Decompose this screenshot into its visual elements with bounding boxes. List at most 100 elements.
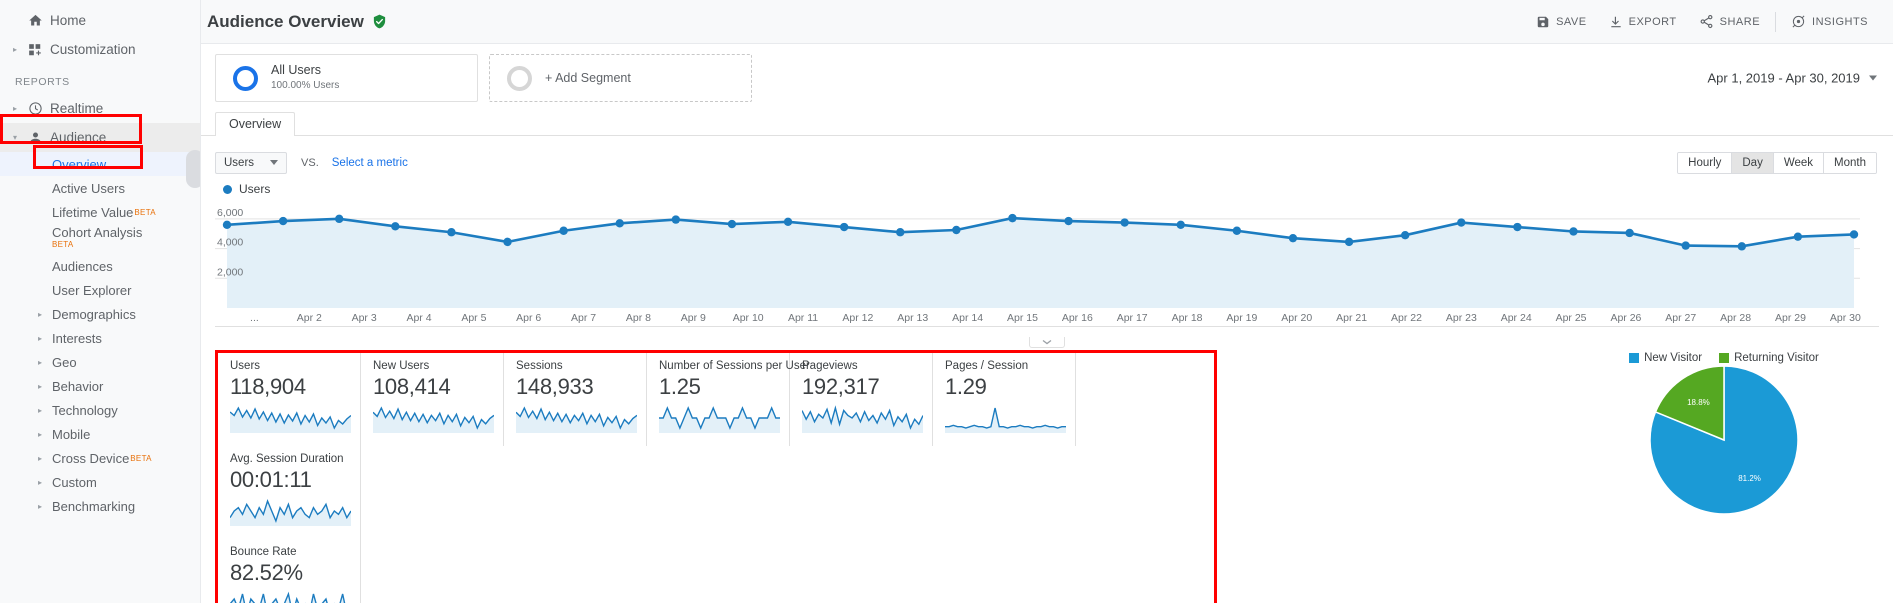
x-axis-tick: Apr 14: [940, 312, 995, 324]
metric-value: 1.29: [945, 374, 1065, 400]
sidebar-item-audience[interactable]: ▾ Audience: [0, 123, 200, 152]
segment-title: All Users: [271, 63, 339, 79]
sidebar-scroll-handle[interactable]: [186, 150, 201, 188]
chart-bottom-rule: [215, 326, 1879, 327]
sidebar-item-interests[interactable]: ▸ Interests: [0, 326, 200, 350]
date-range-picker[interactable]: Apr 1, 2019 - Apr 30, 2019: [1708, 71, 1878, 86]
date-range-label: Apr 1, 2019 - Apr 30, 2019: [1708, 71, 1861, 86]
share-button[interactable]: SHARE: [1688, 9, 1771, 35]
granularity-hourly[interactable]: Hourly: [1678, 153, 1732, 173]
x-axis-tick: Apr 27: [1653, 312, 1708, 324]
vs-label: VS.: [301, 157, 319, 169]
sparkline-users: [230, 405, 351, 433]
x-axis-tick: Apr 11: [776, 312, 831, 324]
sidebar-item-mobile[interactable]: ▸ Mobile: [0, 422, 200, 446]
metric-dropdown[interactable]: Users: [215, 152, 287, 174]
metric-card-bounce-rate[interactable]: Bounce Rate 82.52%: [218, 539, 361, 603]
segment-bar: All Users 100.00% Users + Add Segment Ap…: [201, 44, 1893, 112]
granularity-day[interactable]: Day: [1732, 153, 1773, 173]
sidebar-item-behavior[interactable]: ▸ Behavior: [0, 374, 200, 398]
metric-card-avg-session-duration[interactable]: Avg. Session Duration 00:01:11: [218, 446, 361, 539]
granularity-week[interactable]: Week: [1774, 153, 1824, 173]
sidebar-subitem-label: Cohort Analysis: [52, 225, 142, 240]
export-button[interactable]: EXPORT: [1598, 9, 1688, 35]
sidebar-item-lifetime-value[interactable]: Lifetime ValueBETA: [0, 200, 200, 224]
x-axis-tick: Apr 3: [337, 312, 392, 324]
page-title-text: Audience Overview: [207, 12, 364, 32]
chevron-down-icon: [270, 160, 278, 165]
granularity-month[interactable]: Month: [1824, 153, 1876, 173]
chevron-right-icon: ▸: [38, 310, 52, 319]
chevron-right-icon: ▸: [38, 358, 52, 367]
metric-selector-row: Users VS. Select a metric Hourly Day Wee…: [201, 136, 1893, 180]
line-chart-svg[interactable]: 6,0004,0002,000: [215, 200, 1860, 310]
chart-resize-handle[interactable]: [1029, 337, 1065, 348]
sidebar-item-custom[interactable]: ▸ Custom: [0, 470, 200, 494]
sidebar-item-audiences[interactable]: Audiences: [0, 254, 200, 278]
sidebar-item-cross-device[interactable]: ▸ Cross DeviceBETA: [0, 446, 200, 470]
x-axis-tick: Apr 5: [446, 312, 501, 324]
legend-label: Users: [239, 182, 270, 196]
metric-value: 00:01:11: [230, 467, 350, 493]
sidebar-item-cohort-analysis[interactable]: Cohort Analysis BETA: [0, 224, 200, 254]
sidebar-subitem-label: Audiences: [52, 259, 113, 274]
share-label: SHARE: [1720, 16, 1760, 28]
chevron-right-icon: ▸: [38, 454, 52, 463]
select-metric-link[interactable]: Select a metric: [332, 157, 408, 169]
summary-cards-row-2: Bounce Rate 82.52%: [218, 539, 1214, 603]
segment-subtitle: 100.00% Users: [271, 80, 339, 93]
metric-card-pages-per-session[interactable]: Pages / Session 1.29: [933, 353, 1076, 446]
sidebar-item-geo[interactable]: ▸ Geo: [0, 350, 200, 374]
metric-card-sessions[interactable]: Sessions 148,933: [504, 353, 647, 446]
metric-card-pageviews[interactable]: Pageviews 192,317: [790, 353, 933, 446]
x-axis-tick: Apr 19: [1214, 312, 1269, 324]
metric-value: 108,414: [373, 374, 493, 400]
sidebar-item-customization[interactable]: ▸ Customization: [0, 35, 200, 64]
x-axis-tick: Apr 30: [1818, 312, 1873, 324]
action-divider: [1775, 12, 1776, 32]
sidebar-item-technology[interactable]: ▸ Technology: [0, 398, 200, 422]
metric-card-sessions-per-user[interactable]: Number of Sessions per User 1.25: [647, 353, 790, 446]
chevron-right-icon: ▸: [8, 46, 22, 54]
x-axis-tick: Apr 25: [1544, 312, 1599, 324]
metric-label: Sessions: [516, 360, 636, 372]
sidebar-item-realtime[interactable]: ▸ Realtime: [0, 94, 200, 123]
x-axis-tick: Apr 10: [721, 312, 776, 324]
segment-all-users[interactable]: All Users 100.00% Users: [215, 54, 478, 102]
add-segment-button[interactable]: + Add Segment: [489, 54, 752, 102]
save-icon: [1536, 15, 1550, 29]
sparkline-pages-per-session: [945, 405, 1066, 433]
tab-label: Overview: [229, 117, 281, 131]
insights-button[interactable]: INSIGHTS: [1780, 9, 1879, 35]
sidebar-item-active-users[interactable]: Active Users: [0, 176, 200, 200]
metric-value: 148,933: [516, 374, 636, 400]
sidebar-item-user-explorer[interactable]: User Explorer: [0, 278, 200, 302]
pie-svg[interactable]: 81.2%18.8%: [1648, 364, 1800, 516]
x-axis-tick: Apr 6: [501, 312, 556, 324]
svg-text:2,000: 2,000: [217, 266, 243, 278]
x-axis-tick: Apr 2: [282, 312, 337, 324]
legend-swatch-new-visitor: [1629, 353, 1639, 363]
chevron-right-icon: ▸: [38, 334, 52, 343]
save-button[interactable]: SAVE: [1525, 9, 1598, 35]
x-axis-tick: Apr 23: [1434, 312, 1489, 324]
sidebar-item-benchmarking[interactable]: ▸ Benchmarking: [0, 494, 200, 518]
x-axis-tick: Apr 28: [1708, 312, 1763, 324]
sidebar-subitem-label: Demographics: [52, 307, 136, 322]
sidebar-subitem-label: Geo: [52, 355, 77, 370]
sparkline-avg-duration: [230, 498, 351, 526]
tab-overview[interactable]: Overview: [215, 112, 295, 136]
main-content: Audience Overview SAVE EXPORT: [201, 0, 1893, 603]
header-actions: SAVE EXPORT SHARE: [1525, 9, 1879, 35]
metric-card-new-users[interactable]: New Users 108,414: [361, 353, 504, 446]
chevron-right-icon: ▸: [38, 430, 52, 439]
beta-badge: BETA: [52, 240, 74, 249]
save-label: SAVE: [1556, 16, 1587, 28]
person-icon: [22, 130, 48, 145]
sidebar-item-label: Customization: [50, 42, 136, 57]
empty-cell: [361, 539, 1214, 603]
sidebar-item-demographics[interactable]: ▸ Demographics: [0, 302, 200, 326]
sidebar-item-home[interactable]: Home: [0, 6, 200, 35]
sidebar-item-overview[interactable]: Overview: [0, 152, 200, 176]
metric-card-users[interactable]: Users 118,904: [218, 353, 361, 446]
